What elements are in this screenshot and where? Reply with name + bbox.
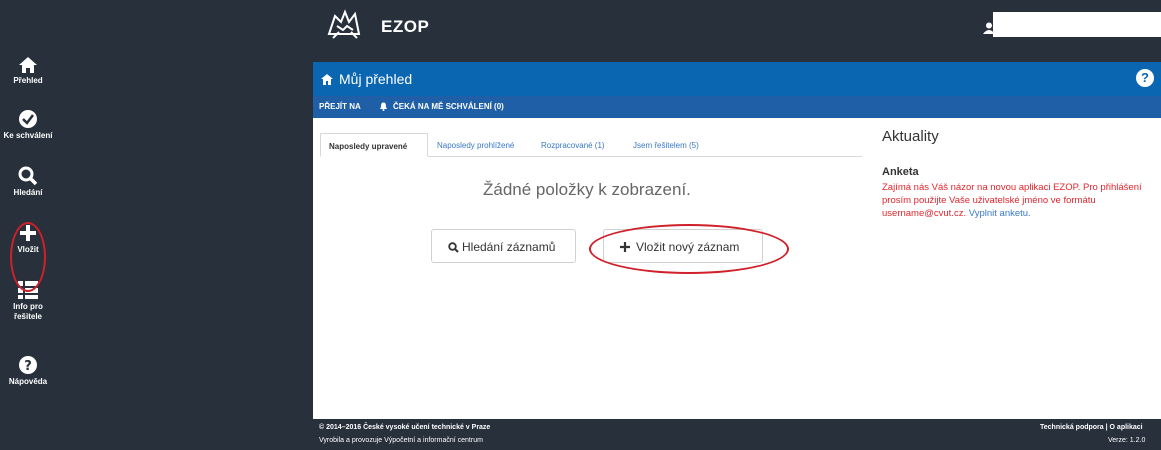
search-records-label: Hledání záznamů (462, 240, 556, 254)
tab-recently-edited[interactable]: Naposledy upravené (320, 133, 428, 157)
help-button[interactable]: ? (1136, 69, 1154, 87)
tab-bar: Naposledy upravené Naposledy prohlížené … (320, 133, 862, 157)
panel-header: Můj přehled ? (313, 62, 1161, 96)
sidebar-item-label: Info pro (13, 302, 43, 311)
help-icon: ? (19, 356, 37, 374)
footer-copyright: © 2014–2016 České vysoké učení technické… (319, 424, 491, 431)
tech-support-link[interactable]: Technická podpora (1040, 424, 1104, 431)
footer-developer: Vyrobila a provozuje Výpočetní a informa… (319, 437, 483, 444)
search-icon (18, 166, 38, 186)
panel-title: Můj přehled (339, 71, 413, 87)
sidebar-item-label: Ke schválení (3, 131, 53, 140)
sidebar-item-label-line2: řešitele (13, 312, 43, 321)
cvut-lion-logo-icon (327, 9, 361, 39)
empty-message: Žádné položky k zobrazení. (483, 180, 691, 199)
about-link[interactable]: O aplikaci (1110, 424, 1143, 431)
search-records-button[interactable]: Hledání záznamů (431, 229, 576, 263)
footer-links: Technická podpora | O aplikaci (1040, 424, 1143, 431)
news-title: Aktuality (882, 128, 939, 145)
sidebar-item-overview[interactable]: Přehled (0, 56, 56, 86)
footer-version: Verze: 1.2.0 (1108, 437, 1146, 444)
annotation-ellipse-sidebar (10, 222, 46, 292)
pending-approval-link[interactable]: ČEKÁ NA MĚ SCHVÁLENÍ (0) (393, 102, 504, 111)
top-bar: EZOP (0, 0, 1161, 46)
news-body: Zajímá nás Váš názor na novou aplikaci E… (882, 181, 1154, 220)
tab-label: Naposledy upravené (329, 142, 408, 151)
sub-navigation: PŘEJÍT NA ČEKÁ NA MĚ SCHVÁLENÍ (0) (313, 96, 1161, 118)
go-to-label: PŘEJÍT NA (319, 102, 361, 111)
user-menu[interactable] (993, 12, 1161, 37)
survey-link[interactable]: Vyplnit anketu. (969, 208, 1031, 219)
sidebar-item-help[interactable]: ? Nápověda (0, 355, 56, 387)
svg-text:?: ? (24, 359, 32, 374)
sidebar-item-label: Hledání (13, 188, 43, 197)
check-circle-icon (19, 110, 37, 128)
bell-icon (380, 102, 387, 111)
tab-solver[interactable]: Jsem řešitelem (5) (633, 141, 699, 150)
tab-in-progress[interactable]: Rozpracované (1) (541, 141, 605, 150)
news-heading: Anketa (882, 166, 919, 178)
sidebar-item-label: Nápověda (8, 377, 48, 386)
tab-recently-viewed[interactable]: Naposledy prohlížené (437, 141, 514, 150)
sidebar-item-search[interactable]: Hledání (0, 166, 56, 198)
search-icon (448, 242, 459, 253)
home-icon (19, 57, 37, 73)
sidebar-item-label: Přehled (13, 76, 43, 85)
sidebar-item-approval[interactable]: Ke schválení (0, 109, 56, 141)
annotation-ellipse-button (589, 224, 789, 274)
app-title: EZOP (381, 17, 430, 36)
main-panel: Můj přehled ? PŘEJÍT NA ČEKÁ NA MĚ SCHVÁ… (313, 62, 1161, 419)
home-icon (321, 74, 333, 85)
footer-separator: | (1105, 424, 1108, 431)
